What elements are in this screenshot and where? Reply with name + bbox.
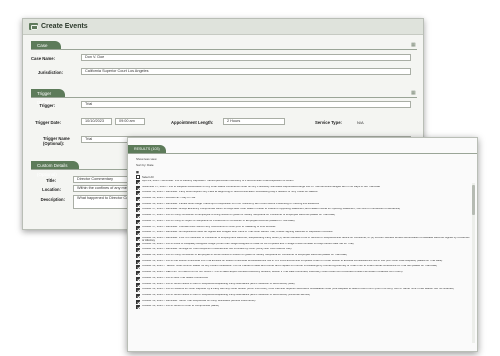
grid-icon[interactable]: ▦ [136, 170, 139, 174]
checkbox[interactable] [136, 231, 140, 236]
checkbox[interactable] [136, 180, 140, 184]
service-type-label: Service Type: [315, 120, 342, 125]
section-divider [31, 97, 417, 98]
list-item-text: October 16, 2023 – Reminder: Serve Trial… [142, 299, 256, 302]
results-window: RESULTS (103) Show less view Sort by: Da… [127, 137, 478, 352]
checkbox[interactable] [136, 293, 140, 298]
checkbox[interactable] [136, 242, 140, 247]
list-item-text: October 16, 2023 – L/D to Serve Notice i… [142, 293, 311, 296]
checkbox[interactable] [136, 305, 140, 310]
checkbox[interactable] [136, 248, 140, 253]
list-item-text: October 18, 2023 – Reminder: Parties Mus… [142, 202, 320, 205]
list-item-text: October 17, 2023 – L/D for Party Consume… [142, 214, 335, 217]
grid-icon[interactable]: ▦ [411, 91, 416, 96]
select-all-label: Select All [142, 175, 154, 179]
checkbox[interactable] [136, 185, 140, 190]
checkbox[interactable] [136, 225, 140, 230]
list-item-text: October 16, 2023 – L/D for Party Consume… [142, 254, 347, 257]
service-type-value: N/A [357, 120, 364, 125]
list-item-text: October 17, 2023 – L/D for Party to Obje… [142, 219, 295, 222]
list-item-text: October 18, 2023 – MANDATE – Day of Tria… [142, 197, 196, 200]
list-item[interactable]: October 16, 2023 – L/D to Serve on Offer… [136, 305, 472, 311]
checkbox[interactable] [136, 197, 140, 202]
checkbox[interactable] [136, 265, 140, 270]
list-item-text: October 16, 2023 – DEPOSIT WITNESS WITH … [142, 271, 403, 274]
case-name-label: Case Name: [31, 56, 55, 61]
case-name-field[interactable]: Don V. Doe [81, 54, 411, 61]
list-item-text: November 17, 2023 – 150 to Request Modif… [142, 185, 380, 188]
list-item-text: October 16, 2023 – "Before" Rule Confirm… [142, 265, 437, 268]
screenshot-stage: Create Events Case Details ▦ Case Name: … [0, 0, 500, 356]
checkbox[interactable] [136, 214, 140, 219]
window-title: Create Events [41, 23, 88, 30]
show-view-toggle[interactable]: Show less view [136, 157, 157, 161]
jurisdiction-field[interactable]: California Superior Court Los Angeles [81, 68, 411, 75]
checkbox[interactable] [136, 259, 140, 264]
checkbox[interactable] [136, 282, 140, 287]
checkbox[interactable] [136, 276, 140, 281]
trigger-date-label: Trigger Date: [35, 120, 61, 125]
list-item-text: October 17, 2023 – Reminder: Accept Effi… [142, 208, 401, 211]
list-item-text: October 16, 2023 – L/D to Move to Disqua… [142, 242, 354, 245]
title-label: Title: [46, 178, 56, 183]
scrollbar-thumb[interactable] [472, 185, 475, 215]
location-label: Location: [42, 187, 61, 192]
select-all-checkbox[interactable]: Select All [136, 175, 154, 179]
checkbox[interactable] [136, 202, 140, 207]
appointment-length-field[interactable]: 2 Hours [223, 118, 285, 125]
checkbox[interactable] [136, 175, 140, 179]
scrollbar[interactable] [472, 183, 475, 343]
section-divider [128, 153, 477, 154]
sort-by-select[interactable]: Sort by: Date [136, 163, 154, 167]
list-item-text: April 29, 2024 – Reminder: 150 to Destro… [142, 180, 294, 182]
results-list: April 29, 2024 – Reminder: 150 to Destro… [136, 180, 472, 311]
checkbox[interactable] [136, 271, 140, 276]
checkbox[interactable] [136, 219, 140, 224]
list-item-text: October 16, 2023 – L/D to Serve Notice i… [142, 282, 295, 285]
list-item-text: October 16, 2023 – L/D to Serve on Offer… [142, 305, 220, 308]
description-label: Description: [40, 197, 65, 202]
section-divider [31, 49, 417, 50]
jurisdiction-label: Jurisdiction: [37, 70, 63, 75]
checkbox[interactable] [136, 288, 140, 293]
checkbox[interactable] [136, 191, 140, 196]
trigger-date-field[interactable]: 10/10/2023 [81, 118, 112, 125]
checkbox[interactable] [136, 254, 140, 259]
trigger-field[interactable]: Trial [81, 101, 411, 108]
calendar-icon [29, 23, 38, 30]
grid-icon[interactable]: ▦ [411, 43, 416, 48]
list-item-text: October 16, 2023 – L/D to File Motion to… [142, 259, 443, 262]
list-item-text: October 17, 2023 – Reminder: All Deposit… [142, 231, 333, 234]
list-item-text: October 16, 2023 – Reminder: Arrange for… [142, 248, 292, 251]
list-item-text: October 16, 2023 – L/D to Hold Trial Sta… [142, 276, 209, 279]
trigger-name-label: Trigger Name (Optional): [43, 136, 70, 146]
checkbox[interactable] [136, 208, 140, 213]
checkbox[interactable] [136, 236, 140, 241]
trigger-label: Trigger: [39, 103, 55, 108]
checkbox[interactable] [136, 299, 140, 304]
trigger-time-field[interactable]: 09:00 am [115, 118, 145, 125]
list-item-text: October 18, 2023 – Reminder: Party Must … [142, 191, 318, 194]
window-titlebar: Create Events [23, 19, 423, 35]
list-item-text: October 17, 2023 – Reminder: Counsel Mus… [142, 225, 276, 228]
appointment-length-label: Appointment Length: [171, 120, 214, 125]
list-item-text: October 16, 2023 – L/D for Motions for C… [142, 288, 454, 291]
